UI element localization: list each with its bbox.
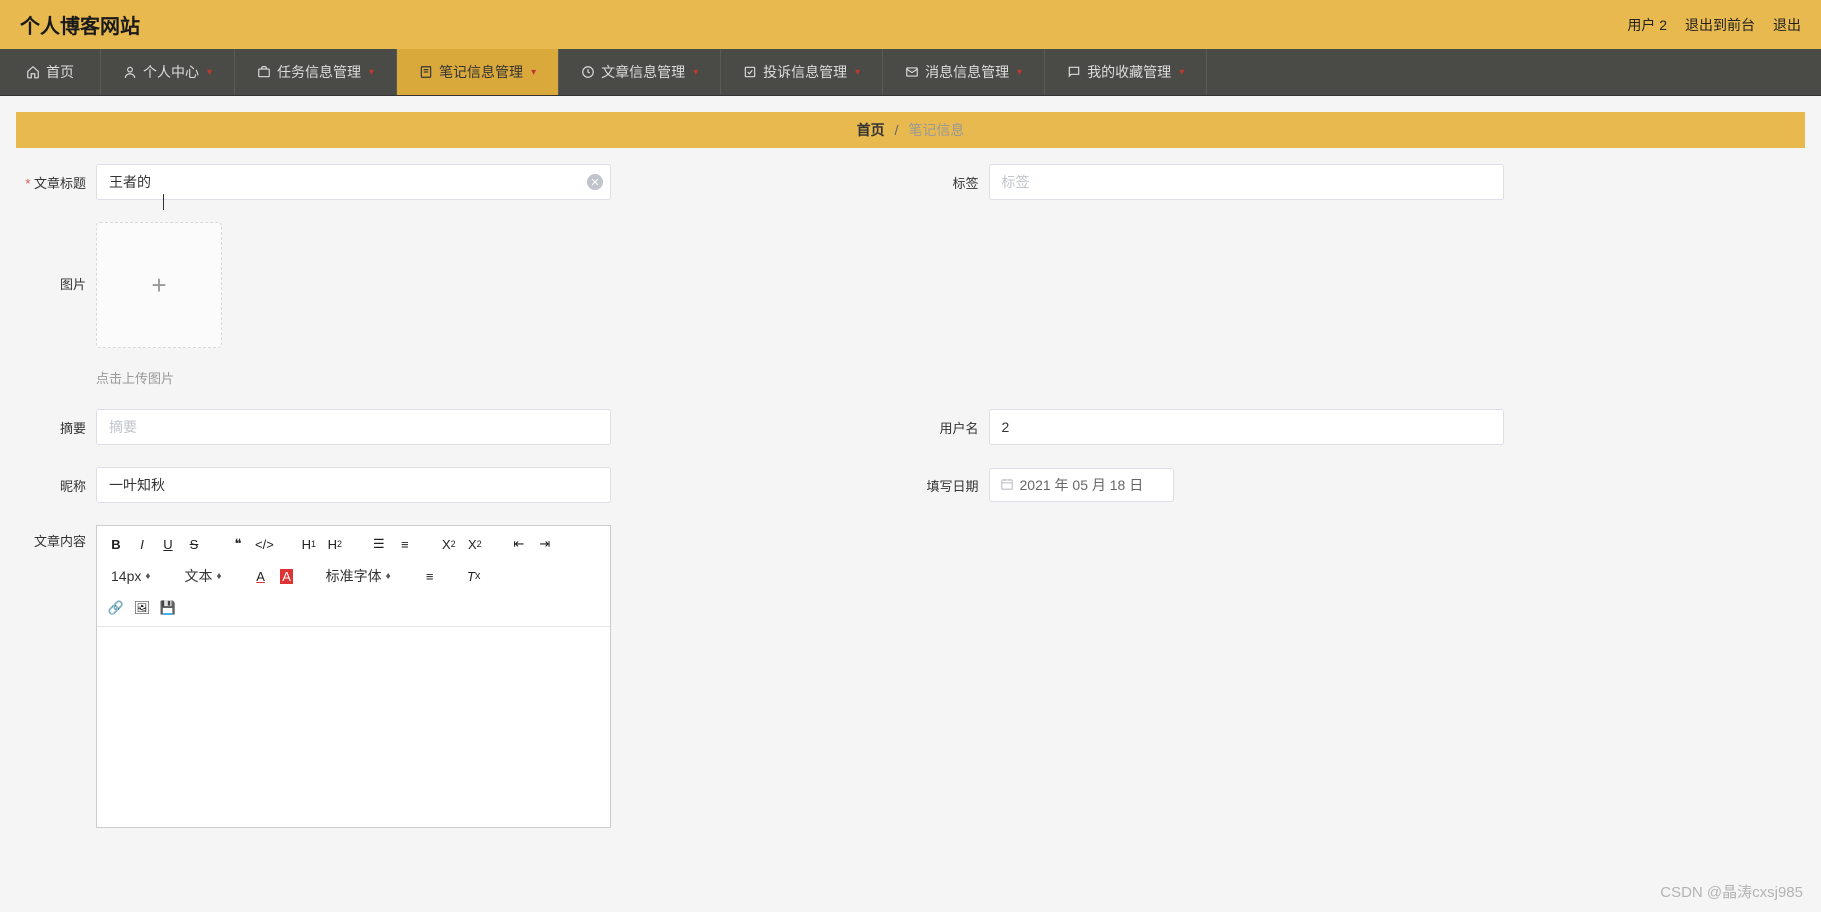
breadcrumb-current: 笔记信息 [908, 122, 964, 138]
nav-article[interactable]: 文章信息管理 ▾ [559, 49, 721, 95]
nav-home-label: 首页 [46, 62, 74, 82]
summary-input[interactable] [96, 409, 611, 445]
date-label: 填写日期 [911, 476, 989, 495]
watermark: CSDN @晶涛cxsj985 [1660, 881, 1803, 902]
nav-personal[interactable]: 个人中心 ▾ [101, 49, 235, 95]
underline-button[interactable]: U [159, 534, 177, 554]
h2-button[interactable]: H2 [326, 534, 344, 554]
content-label: 文章内容 [18, 525, 96, 550]
chevron-down-icon: ▾ [1017, 67, 1022, 78]
navbar: 首页 个人中心 ▾ 任务信息管理 ▾ 笔记信息管理 ▾ 文章信息管理 ▾ 投诉信… [0, 49, 1821, 96]
code-button[interactable]: </> [255, 534, 274, 554]
font-family-select[interactable]: 标准字体♦ [322, 566, 395, 586]
nav-personal-label: 个人中心 [143, 62, 199, 82]
bg-color-button[interactable]: A [278, 566, 296, 586]
header: 个人博客网站 用户 2 退出到前台 退出 [0, 0, 1821, 49]
breadcrumb-home[interactable]: 首页 [857, 122, 885, 138]
tag-input[interactable] [989, 164, 1504, 200]
mail-icon [905, 65, 919, 79]
chat-icon [1067, 65, 1081, 79]
nickname-input[interactable] [96, 467, 611, 503]
breadcrumb-sep: / [895, 122, 899, 138]
form: 文章标题 ✕ 标签 图片 + 点击上传图片 [0, 164, 1821, 880]
chevron-down-icon: ▾ [693, 67, 698, 78]
upload-hint: 点击上传图片 [96, 368, 222, 387]
font-color-button[interactable]: A [252, 566, 270, 586]
title-input[interactable] [96, 164, 611, 200]
user-icon [123, 65, 137, 79]
check-square-icon [743, 65, 757, 79]
username-label: 用户名 [911, 418, 989, 437]
nav-favorite-label: 我的收藏管理 [1087, 62, 1171, 82]
rich-text-editor: B I U S ❝ </> H1 H2 ☰ ≡ X2 X2 [96, 525, 611, 828]
date-picker[interactable]: 2021 年 05 月 18 日 [989, 468, 1174, 502]
nav-task-label: 任务信息管理 [277, 62, 361, 82]
image-button[interactable]: 🖼 [133, 598, 151, 618]
link-button[interactable]: 🔗 [107, 598, 125, 618]
nav-complaint[interactable]: 投诉信息管理 ▾ [721, 49, 883, 95]
tag-label: 标签 [911, 173, 989, 192]
nav-task[interactable]: 任务信息管理 ▾ [235, 49, 397, 95]
strikethrough-button[interactable]: S [185, 534, 203, 554]
outdent-button[interactable]: ⇥ [536, 534, 554, 554]
text-cursor [163, 194, 164, 210]
home-icon [26, 65, 40, 79]
subscript-button[interactable]: X2 [440, 534, 458, 554]
exit-to-front[interactable]: 退出到前台 [1685, 15, 1755, 35]
clear-icon[interactable]: ✕ [587, 174, 603, 190]
breadcrumb: 首页 / 笔记信息 [16, 112, 1805, 148]
chevron-down-icon: ▾ [207, 67, 212, 78]
unordered-list-button[interactable]: ≡ [396, 534, 414, 554]
ordered-list-button[interactable]: ☰ [370, 534, 388, 554]
nav-favorite[interactable]: 我的收藏管理 ▾ [1045, 49, 1207, 95]
nav-note[interactable]: 笔记信息管理 ▾ [397, 49, 559, 95]
nav-message[interactable]: 消息信息管理 ▾ [883, 49, 1045, 95]
h1-button[interactable]: H1 [300, 534, 318, 554]
text-style-select[interactable]: 文本♦ [180, 566, 225, 586]
editor-toolbar: B I U S ❝ </> H1 H2 ☰ ≡ X2 X2 [97, 526, 610, 627]
nav-complaint-label: 投诉信息管理 [763, 62, 847, 82]
image-label: 图片 [18, 222, 96, 293]
chevron-down-icon: ▾ [855, 67, 860, 78]
nav-article-label: 文章信息管理 [601, 62, 685, 82]
superscript-button[interactable]: X2 [466, 534, 484, 554]
quote-button[interactable]: ❝ [229, 534, 247, 554]
chevron-down-icon: ▾ [1179, 67, 1184, 78]
plus-icon: + [151, 270, 166, 301]
chevron-down-icon: ▾ [369, 67, 374, 78]
header-right: 用户 2 退出到前台 退出 [1627, 15, 1801, 35]
username-input[interactable] [989, 409, 1504, 445]
bold-button[interactable]: B [107, 534, 125, 554]
title-label: 文章标题 [18, 173, 96, 192]
site-title: 个人博客网站 [20, 10, 140, 39]
briefcase-icon [257, 65, 271, 79]
chevron-down-icon: ▾ [531, 67, 536, 78]
clear-format-button[interactable]: Tx [465, 566, 483, 586]
nav-home[interactable]: 首页 [0, 49, 101, 95]
nav-message-label: 消息信息管理 [925, 62, 1009, 82]
calendar-icon [1000, 477, 1014, 494]
editor-content[interactable] [97, 627, 610, 827]
user-label[interactable]: 用户 2 [1627, 15, 1667, 35]
nickname-label: 昵称 [18, 476, 96, 495]
summary-label: 摘要 [18, 418, 96, 437]
clock-icon [581, 65, 595, 79]
italic-button[interactable]: I [133, 534, 151, 554]
save-button[interactable]: 💾 [159, 598, 177, 618]
indent-button[interactable]: ⇤ [510, 534, 528, 554]
align-button[interactable]: ≡ [421, 566, 439, 586]
date-value: 2021 年 05 月 18 日 [1020, 475, 1144, 495]
note-icon [419, 65, 433, 79]
font-size-select[interactable]: 14px♦ [107, 568, 154, 584]
nav-note-label: 笔记信息管理 [439, 62, 523, 82]
image-upload[interactable]: + [96, 222, 222, 348]
exit-button[interactable]: 退出 [1773, 15, 1801, 35]
